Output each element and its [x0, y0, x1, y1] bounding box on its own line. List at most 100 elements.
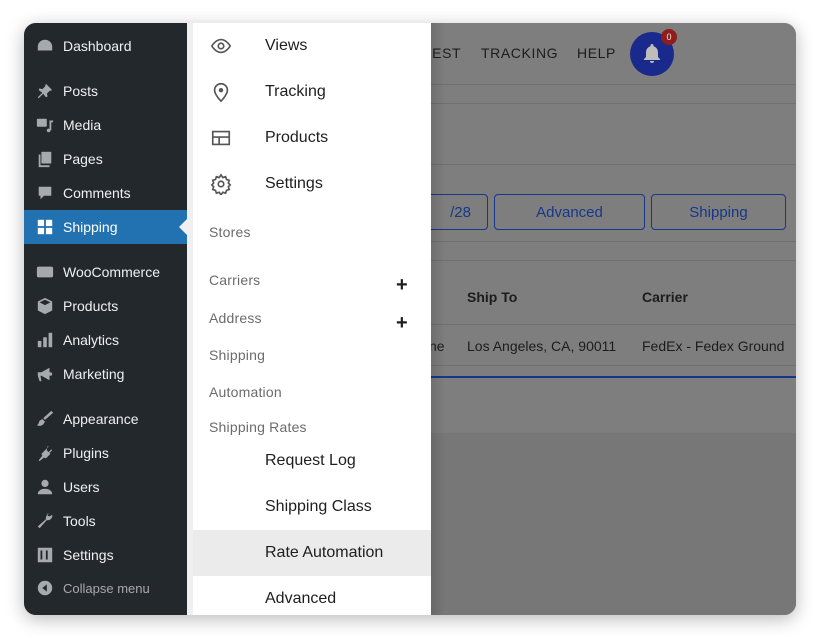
wp-admin-sidebar: Dashboard Posts Media Pages Comments Shi… — [24, 23, 187, 615]
tab-advanced[interactable]: Advanced — [494, 194, 645, 230]
section-automation[interactable]: Automation — [209, 384, 282, 400]
tab-label: /28 — [450, 203, 471, 221]
sidebar-item-products[interactable]: Products — [24, 289, 187, 323]
divider — [431, 84, 796, 85]
user-icon — [35, 477, 55, 497]
tab-label: Advanced — [536, 203, 603, 221]
cell-carrier: FedEx - Fedex Ground — [642, 338, 785, 354]
section-shipping[interactable]: Shipping — [209, 347, 265, 363]
sidebar-item-label: Appearance — [63, 411, 139, 427]
sidebar-item-label: Products — [63, 298, 119, 314]
sidebar-item-dashboard[interactable]: Dashboard — [24, 29, 187, 63]
sidebar-item-label: Shipping — [63, 219, 118, 235]
media-icon — [35, 115, 55, 135]
grid-icon — [35, 217, 55, 237]
wrench-icon — [35, 511, 55, 531]
sidebar-item-label: WooCommerce — [63, 264, 160, 280]
layout-icon — [209, 126, 233, 150]
section-shipping-rates[interactable]: Shipping Rates — [209, 419, 307, 435]
collapse-menu-button[interactable]: Collapse menu — [24, 571, 187, 605]
flyout-item-views[interactable]: Views — [193, 23, 431, 69]
sidebar-item-appearance[interactable]: Appearance — [24, 402, 187, 436]
active-row-underline — [431, 376, 796, 378]
sidebar-item-label: Dashboard — [63, 38, 132, 54]
sidebar-item-label: Media — [63, 117, 102, 133]
flyout-item-shipping-class[interactable]: Shipping Class — [193, 484, 431, 530]
flyout-item-label: Rate Automation — [265, 544, 384, 561]
flyout-item-label: Shipping Class — [265, 498, 372, 515]
megaphone-icon — [35, 364, 55, 384]
sidebar-item-marketing[interactable]: Marketing — [24, 357, 187, 391]
sidebar-item-woocommerce[interactable]: WooCommerce — [24, 255, 187, 289]
section-stores[interactable]: Stores — [209, 224, 251, 240]
column-header-ship-to[interactable]: Ship To — [467, 289, 517, 305]
dashboard-icon — [35, 36, 55, 56]
tab-label: Shipping — [689, 203, 748, 221]
expand-address-icon[interactable]: + — [396, 313, 408, 333]
nav-tracking[interactable]: TRACKING — [481, 45, 558, 61]
flyout-item-settings[interactable]: Settings — [193, 161, 431, 207]
flyout-shadow — [431, 23, 445, 615]
sidebar-item-analytics[interactable]: Analytics — [24, 323, 187, 357]
sidebar-item-label: Posts — [63, 83, 99, 99]
cell-ship-to: Los Angeles, CA, 90011 — [467, 338, 617, 354]
flyout-item-label: Views — [265, 37, 308, 54]
gear-icon — [209, 172, 233, 196]
plug-icon — [35, 443, 55, 463]
flyout-item-products[interactable]: Products — [193, 115, 431, 161]
sliders-icon — [35, 545, 55, 565]
comment-icon — [35, 183, 55, 203]
collapse-arrow-icon — [35, 578, 55, 598]
flyout-item-label: Tracking — [265, 83, 326, 100]
nav-help[interactable]: HELP — [577, 45, 616, 61]
flyout-item-label: Request Log — [265, 452, 356, 469]
sidebar-item-label: Comments — [63, 185, 131, 201]
flyout-item-label: Products — [265, 129, 329, 146]
location-pin-icon — [209, 80, 233, 104]
flyout-item-advanced[interactable]: Advanced — [193, 576, 431, 615]
pin-icon — [35, 81, 55, 101]
sidebar-item-shipping[interactable]: Shipping — [24, 210, 187, 244]
section-carriers[interactable]: Carriers — [209, 272, 260, 288]
pages-icon — [35, 149, 55, 169]
eye-icon — [209, 34, 233, 58]
sidebar-item-label: Settings — [63, 547, 114, 563]
sidebar-item-comments[interactable]: Comments — [24, 176, 187, 210]
woo-icon — [35, 262, 55, 282]
divider — [431, 241, 796, 242]
sidebar-item-posts[interactable]: Posts — [24, 74, 187, 108]
sidebar-item-users[interactable]: Users — [24, 470, 187, 504]
sidebar-item-plugins[interactable]: Plugins — [24, 436, 187, 470]
sidebar-item-tools[interactable]: Tools — [24, 504, 187, 538]
sidebar-item-label: Tools — [63, 513, 96, 529]
window-frame: Dashboard Posts Media Pages Comments Shi… — [24, 23, 796, 615]
flyout-item-label: Advanced — [265, 590, 337, 607]
sidebar-item-label: Pages — [63, 151, 103, 167]
bar-chart-icon — [35, 330, 55, 350]
flyout-item-rate-automation[interactable]: Rate Automation — [193, 530, 431, 576]
sidebar-item-media[interactable]: Media — [24, 108, 187, 142]
flyout-item-request-log[interactable]: Request Log — [193, 438, 431, 484]
sidebar-item-label: Marketing — [63, 366, 125, 382]
shipping-flyout-menu: Views Tracking Products Settings Stores … — [193, 23, 431, 615]
bell-icon — [644, 44, 660, 63]
divider — [431, 103, 796, 104]
box-icon — [35, 296, 55, 316]
sidebar-item-label: Users — [63, 479, 100, 495]
flyout-item-label: Settings — [265, 175, 323, 192]
brush-icon — [35, 409, 55, 429]
tab-shipping[interactable]: Shipping — [651, 194, 786, 230]
notification-badge: 0 — [661, 29, 677, 45]
sidebar-item-pages[interactable]: Pages — [24, 142, 187, 176]
background-app: FEST TRACKING HELP 0 /28 Advanced Shippi… — [419, 23, 796, 615]
sidebar-item-settings[interactable]: Settings — [24, 538, 187, 572]
section-address[interactable]: Address — [209, 310, 262, 326]
divider — [431, 164, 796, 165]
sidebar-item-label: Analytics — [63, 332, 120, 348]
divider — [431, 260, 796, 261]
column-header-carrier[interactable]: Carrier — [642, 289, 688, 305]
expand-carriers-icon[interactable]: + — [396, 275, 408, 295]
flyout-item-tracking[interactable]: Tracking — [193, 69, 431, 115]
table-divider — [431, 324, 796, 325]
app-lower-area — [431, 433, 796, 615]
